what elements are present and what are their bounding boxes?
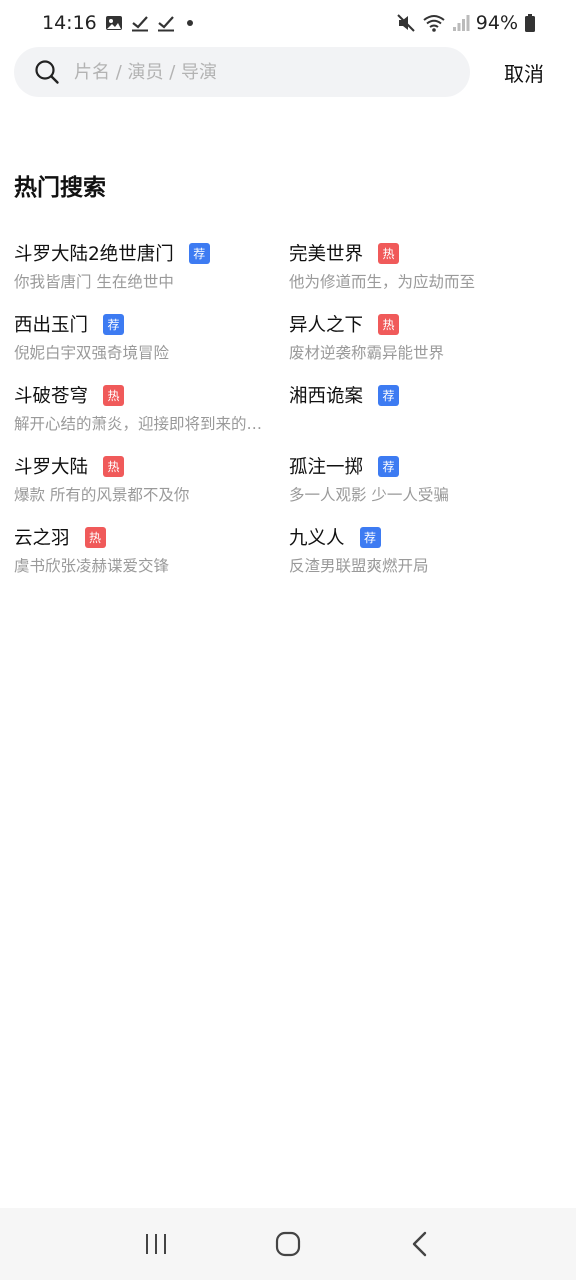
hot-search-item[interactable]: 西出玉门 荐 倪妮白宇双强奇境冒险	[14, 309, 289, 380]
item-subtitle: 解开心结的萧炎，迎接即将到来的…	[14, 415, 263, 433]
item-title: 云之羽	[14, 528, 70, 549]
hot-search-grid: 斗罗大陆2绝世唐门 荐 你我皆唐门 生在绝世中 完美世界 热 他为修道而生，为应…	[14, 238, 562, 593]
check-icon	[157, 14, 175, 32]
recents-icon	[143, 1231, 169, 1257]
item-title: 斗罗大陆2绝世唐门	[14, 244, 174, 265]
item-subtitle: 他为修道而生，为应劫而至	[289, 273, 476, 291]
item-title: 湘西诡案	[289, 386, 364, 407]
hot-search-item[interactable]: 斗罗大陆 热 爆款 所有的风景都不及你	[14, 451, 289, 522]
item-title-row: 九义人 荐	[289, 522, 562, 552]
item-title: 西出玉门	[14, 315, 89, 336]
item-subtitle: 多一人观影 少一人受骗	[289, 486, 449, 504]
item-subtitle: 虞书欣张凌赫谍爱交锋	[14, 557, 170, 575]
hot-badge: 热	[84, 526, 106, 548]
search-box[interactable]	[14, 47, 470, 97]
recommend-badge: 荐	[188, 242, 210, 264]
hot-badge: 热	[103, 455, 125, 477]
recents-button[interactable]	[126, 1214, 186, 1274]
item-title: 斗罗大陆	[14, 457, 89, 478]
recommend-badge: 荐	[378, 384, 400, 406]
status-right: 94%	[396, 12, 536, 34]
battery-percent: 94%	[475, 12, 518, 34]
recommend-badge: 荐	[103, 313, 125, 335]
item-title-row: 云之羽 热	[14, 522, 289, 552]
wifi-icon	[422, 13, 446, 33]
mute-icon	[396, 13, 416, 33]
hot-search-item[interactable]: 湘西诡案 荐	[289, 380, 562, 451]
hot-badge: 热	[378, 313, 400, 335]
recommend-badge: 荐	[378, 455, 400, 477]
home-button[interactable]	[258, 1214, 318, 1274]
item-title-row: 斗罗大陆 热	[14, 451, 289, 481]
item-title-row: 完美世界 热	[289, 238, 562, 268]
search-input[interactable]	[74, 61, 434, 83]
check-icon	[131, 14, 149, 32]
search-icon[interactable]	[34, 59, 60, 85]
status-left: 14:16	[42, 12, 193, 34]
system-nav-bar	[0, 1208, 576, 1280]
status-bar: 14:16 94%	[0, 0, 576, 46]
item-subtitle: 废材逆袭称霸异能世界	[289, 344, 445, 362]
item-subtitle: 倪妮白宇双强奇境冒险	[14, 344, 170, 362]
item-title: 斗破苍穹	[14, 386, 89, 407]
item-title-row: 西出玉门 荐	[14, 309, 289, 339]
battery-icon	[524, 13, 536, 33]
item-subtitle: 爆款 所有的风景都不及你	[14, 486, 190, 504]
item-subtitle: 反渣男联盟爽燃开局	[289, 557, 429, 575]
back-icon	[407, 1230, 433, 1258]
notification-dot-icon	[186, 20, 193, 26]
item-title-row: 异人之下 热	[289, 309, 562, 339]
hot-search-item[interactable]: 完美世界 热 他为修道而生，为应劫而至	[289, 238, 562, 309]
gallery-icon	[105, 14, 123, 32]
recommend-badge: 荐	[359, 526, 381, 548]
item-title-row: 斗罗大陆2绝世唐门 荐	[14, 238, 289, 268]
item-title: 完美世界	[289, 244, 364, 265]
item-title: 孤注一掷	[289, 457, 364, 478]
hot-search-item[interactable]: 异人之下 热 废材逆袭称霸异能世界	[289, 309, 562, 380]
signal-icon	[452, 14, 470, 32]
back-button[interactable]	[390, 1214, 450, 1274]
status-time: 14:16	[42, 12, 97, 34]
hot-badge: 热	[103, 384, 125, 406]
hot-search-title: 热门搜索	[14, 175, 106, 201]
hot-search-item[interactable]: 云之羽 热 虞书欣张凌赫谍爱交锋	[14, 522, 289, 593]
item-title-row: 湘西诡案 荐	[289, 380, 562, 410]
home-icon	[274, 1230, 302, 1258]
item-subtitle: 你我皆唐门 生在绝世中	[14, 273, 174, 291]
search-row: 取消	[14, 47, 562, 97]
item-title: 异人之下	[289, 315, 364, 336]
hot-search-item[interactable]: 九义人 荐 反渣男联盟爽燃开局	[289, 522, 562, 593]
item-title-row: 斗破苍穹 热	[14, 380, 289, 410]
item-title-row: 孤注一掷 荐	[289, 451, 562, 481]
cancel-button[interactable]: 取消	[504, 58, 544, 87]
screen: 14:16 94% 片名 / 演员 / 导演 取消 热门搜索 斗罗大陆2绝世唐门…	[0, 0, 576, 1280]
item-title: 九义人	[289, 528, 345, 549]
hot-search-item[interactable]: 斗破苍穹 热 解开心结的萧炎，迎接即将到来的…	[14, 380, 289, 451]
hot-badge: 热	[378, 242, 400, 264]
hot-search-item[interactable]: 斗罗大陆2绝世唐门 荐 你我皆唐门 生在绝世中	[14, 238, 289, 309]
hot-search-item[interactable]: 孤注一掷 荐 多一人观影 少一人受骗	[289, 451, 562, 522]
